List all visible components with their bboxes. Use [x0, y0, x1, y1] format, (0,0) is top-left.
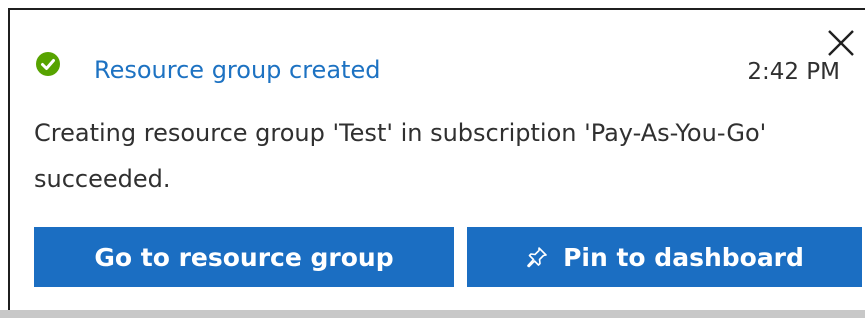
pin-to-dashboard-label: Pin to dashboard	[563, 242, 804, 272]
pin-icon	[527, 247, 547, 268]
notification-title-link[interactable]: Resource group created	[94, 53, 380, 87]
notification-timestamp: 2:42 PM	[747, 59, 840, 85]
go-to-resource-group-label: Go to resource group	[94, 242, 394, 272]
go-to-resource-group-button[interactable]: Go to resource group	[34, 227, 454, 287]
notification-message: Creating resource group 'Test' in subscr…	[34, 119, 767, 193]
success-check-icon	[36, 52, 60, 76]
panel-bottom-edge	[0, 310, 865, 318]
close-icon[interactable]	[826, 28, 856, 58]
pin-to-dashboard-button[interactable]: Pin to dashboard	[467, 227, 862, 287]
